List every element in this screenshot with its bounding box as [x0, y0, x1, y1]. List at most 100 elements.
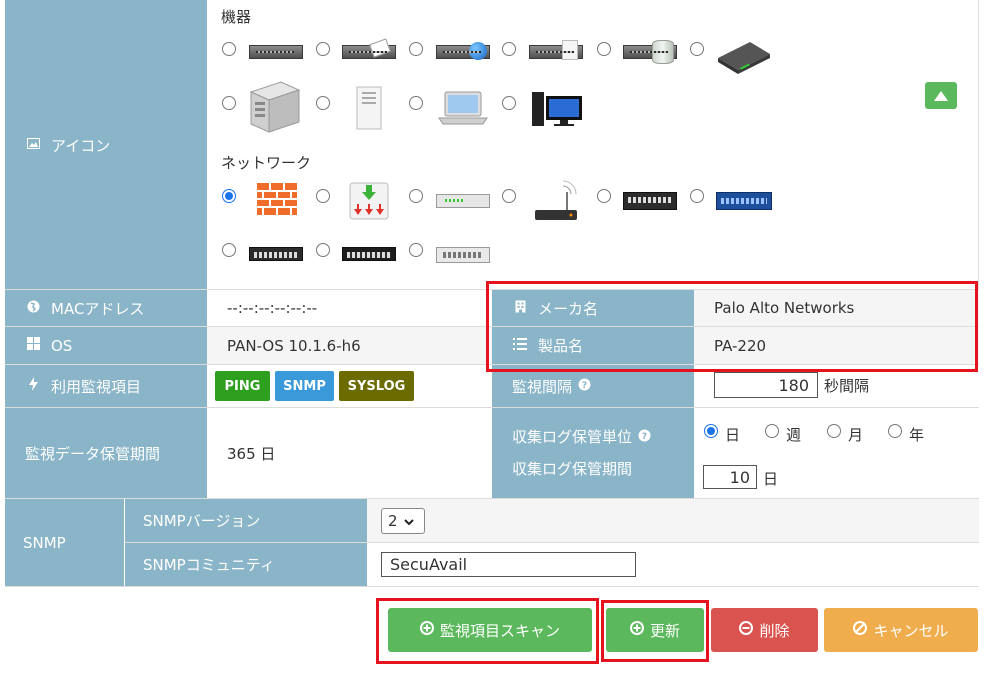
- bolt-icon: [25, 377, 41, 395]
- help-icon[interactable]: ?: [578, 377, 591, 395]
- product-label: 製品名: [538, 337, 584, 355]
- log-unit-day-radio[interactable]: [704, 424, 718, 438]
- icon-radio[interactable]: [409, 189, 423, 203]
- snmp-label-cell: SNMP: [5, 499, 124, 586]
- update-button[interactable]: 更新: [606, 608, 704, 652]
- cancel-button-label: キャンセル: [873, 621, 949, 640]
- snmp-badge[interactable]: SNMP: [275, 371, 334, 401]
- interval-label-cell: 監視間隔 ?: [492, 365, 694, 407]
- log-period-label: 収集ログ保管期間: [512, 460, 633, 478]
- log-period-input[interactable]: 10: [703, 465, 757, 489]
- equipment-group-title: 機器: [221, 8, 252, 26]
- icon-radio[interactable]: [316, 96, 330, 110]
- icon-radio[interactable]: [316, 243, 330, 257]
- ping-badge[interactable]: PING: [215, 371, 270, 401]
- icon-radio[interactable]: [316, 189, 330, 203]
- switch-rack-icon: [249, 247, 303, 261]
- add-icon-button[interactable]: [925, 82, 957, 109]
- snmp-version-cell: [367, 499, 979, 542]
- icon-label-cell: アイコン: [5, 0, 207, 290]
- icon-radio[interactable]: [409, 243, 423, 257]
- icon-radio[interactable]: [690, 189, 704, 203]
- image-icon: [25, 137, 41, 153]
- snmp-community-label: SNMPコミュニティ: [143, 556, 275, 574]
- appliance-icon: [716, 38, 772, 74]
- icon-label: アイコン: [51, 136, 111, 155]
- log-unit-year-label: 年: [909, 426, 925, 444]
- rack-server-database-icon: [623, 40, 677, 64]
- delete-button[interactable]: 削除: [711, 608, 818, 652]
- log-unit-month-label: 月: [848, 426, 864, 444]
- switch-dark-icon: [342, 247, 396, 261]
- retention-label-cell: 監視データ保管期間: [5, 408, 207, 498]
- log-label-cell: [492, 408, 694, 498]
- syslog-badge[interactable]: SYSLOG: [339, 371, 414, 401]
- icon-radio[interactable]: [502, 42, 516, 56]
- maker-label: メーカ名: [538, 299, 599, 318]
- switch-large-icon: [623, 192, 677, 210]
- icon-radio[interactable]: [222, 42, 236, 56]
- plus-circle-icon: [629, 621, 644, 639]
- log-period-unit: 日: [763, 470, 779, 488]
- interval-unit: 秒間隔: [824, 377, 870, 395]
- log-unit-month-radio[interactable]: [827, 424, 841, 438]
- cancel-button[interactable]: キャンセル: [824, 608, 978, 652]
- laptop-icon: [437, 90, 489, 126]
- icon-radio[interactable]: [690, 42, 704, 56]
- os-value: PAN-OS 10.1.6-h6: [207, 327, 492, 364]
- icon-radio[interactable]: [597, 42, 611, 56]
- snmp-community-label-cell: SNMPコミュニティ: [125, 543, 367, 586]
- maker-value: Palo Alto Networks: [694, 290, 979, 326]
- snmp-community-input[interactable]: SecuAvail: [381, 552, 636, 577]
- product-label-cell: 製品名: [492, 327, 694, 364]
- interval-input[interactable]: 180: [714, 372, 818, 398]
- network-group-title: ネットワーク: [221, 154, 312, 172]
- rack-server-globe-icon: [436, 42, 490, 60]
- monitor-items-label-cell: 利用監視項目: [5, 365, 207, 407]
- retention-label: 監視データ保管期間: [25, 444, 161, 463]
- windows-icon: [25, 337, 41, 354]
- os-label: OS: [51, 336, 73, 355]
- scan-button-label: 監視項目スキャン: [439, 621, 560, 640]
- minus-circle-icon: [739, 621, 754, 639]
- divider: [5, 586, 979, 587]
- interval-label: 監視間隔: [512, 377, 573, 396]
- log-unit-week-radio[interactable]: [765, 424, 779, 438]
- maker-label-cell: メーカ名: [492, 290, 694, 326]
- icon-radio-selected[interactable]: [222, 189, 236, 203]
- snmp-version-select[interactable]: 2: [381, 508, 425, 534]
- tower-server-icon: [247, 78, 303, 134]
- icon-radio[interactable]: [316, 42, 330, 56]
- hub-icon: [436, 247, 490, 263]
- log-unit-label: 収集ログ保管単位: [512, 428, 633, 446]
- help-icon[interactable]: ?: [638, 428, 651, 446]
- os-label-cell: OS: [5, 327, 207, 364]
- load-balancer-icon: [349, 182, 389, 220]
- update-button-label: 更新: [649, 621, 680, 640]
- rack-server-mail-icon: [342, 38, 396, 59]
- scan-button[interactable]: 監視項目スキャン: [388, 608, 592, 652]
- log-unit-label-wrap: 収集ログ保管単位 ?: [512, 426, 651, 447]
- retention-value: 365 日: [207, 408, 492, 498]
- product-value: PA-220: [694, 327, 979, 364]
- snmp-label: SNMP: [23, 533, 66, 552]
- icon-radio[interactable]: [597, 189, 611, 203]
- wifi-router-icon: [533, 178, 579, 222]
- icon-radio[interactable]: [222, 243, 236, 257]
- tower-pc-icon: [355, 86, 383, 130]
- svg-text:?: ?: [642, 432, 647, 442]
- icon-radio[interactable]: [502, 96, 516, 110]
- desktop-pc-icon: [530, 90, 584, 128]
- icon-radio[interactable]: [222, 96, 236, 110]
- icon-radio[interactable]: [409, 96, 423, 110]
- mac-label-cell: MACアドレス: [5, 290, 207, 326]
- log-unit-day-label: 日: [725, 426, 741, 444]
- icon-radio[interactable]: [409, 42, 423, 56]
- building-icon: [512, 300, 528, 317]
- icon-radio[interactable]: [502, 189, 516, 203]
- chevron-down-icon: [403, 512, 414, 530]
- switch-small-icon: [436, 194, 490, 208]
- svg-text:?: ?: [582, 381, 587, 391]
- log-unit-year-radio[interactable]: [888, 424, 902, 438]
- snmp-version-label: SNMPバージョン: [143, 512, 261, 530]
